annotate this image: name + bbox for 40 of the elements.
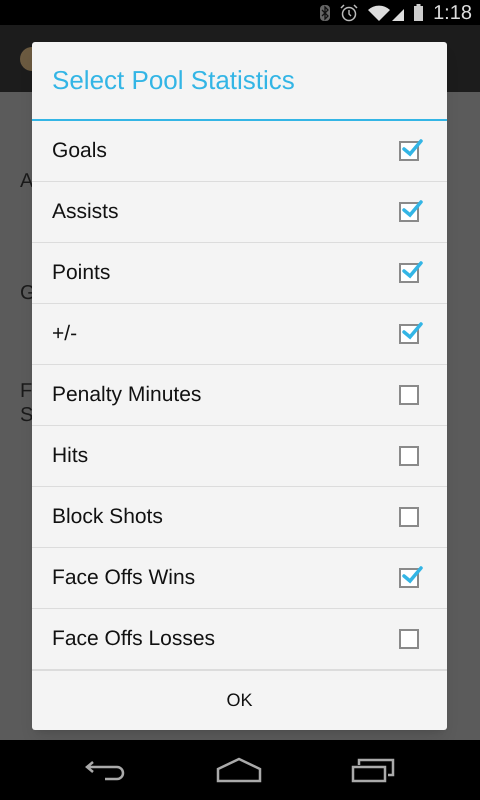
back-icon xyxy=(84,758,127,782)
item-label: Penalty Minutes xyxy=(52,382,202,408)
item-label: Assists xyxy=(52,199,119,226)
background-label: A xyxy=(20,169,34,194)
ok-button[interactable]: OK xyxy=(32,670,447,730)
item-label: +/- xyxy=(52,321,78,348)
wifi-signal-icon xyxy=(368,4,404,20)
checkbox[interactable] xyxy=(399,629,419,649)
list-item[interactable]: Hits xyxy=(32,426,447,487)
checkbox[interactable] xyxy=(399,446,419,466)
background-label: F xyxy=(20,379,32,404)
alarm-icon xyxy=(340,4,358,22)
recent-apps-icon xyxy=(351,757,396,783)
checkmark-icon xyxy=(401,564,423,586)
list-item[interactable]: Face Offs Wins xyxy=(32,548,447,609)
item-label: Goals xyxy=(52,138,107,164)
clock: 1:18 xyxy=(433,0,472,26)
checkmark-icon xyxy=(401,137,423,159)
battery-icon xyxy=(414,4,424,21)
checkmark-icon xyxy=(401,259,423,281)
list-item[interactable]: Penalty Minutes xyxy=(32,365,447,426)
bluetooth-icon xyxy=(320,4,330,20)
list-item[interactable]: +/- xyxy=(32,304,447,365)
list-item[interactable]: Block Shots xyxy=(32,487,447,548)
item-label: Points xyxy=(52,260,110,286)
home-icon xyxy=(216,757,262,783)
list-item[interactable]: Goals xyxy=(32,121,447,182)
item-label: Face Offs Losses xyxy=(52,626,216,652)
list-item[interactable]: Assists xyxy=(32,182,447,243)
background-label: S xyxy=(20,403,34,428)
item-label: Face Offs Wins xyxy=(52,565,196,592)
list-item[interactable]: Points xyxy=(32,243,447,304)
list-item[interactable]: Face Offs Losses xyxy=(32,609,447,670)
item-label: Hits xyxy=(52,443,88,470)
checkmark-icon xyxy=(401,198,423,220)
checkbox[interactable] xyxy=(399,507,419,527)
checkbox[interactable] xyxy=(399,385,419,405)
dialog-title: Select Pool Statistics xyxy=(52,64,295,97)
item-label: Block Shots xyxy=(52,504,163,530)
checkmark-icon xyxy=(401,320,423,342)
